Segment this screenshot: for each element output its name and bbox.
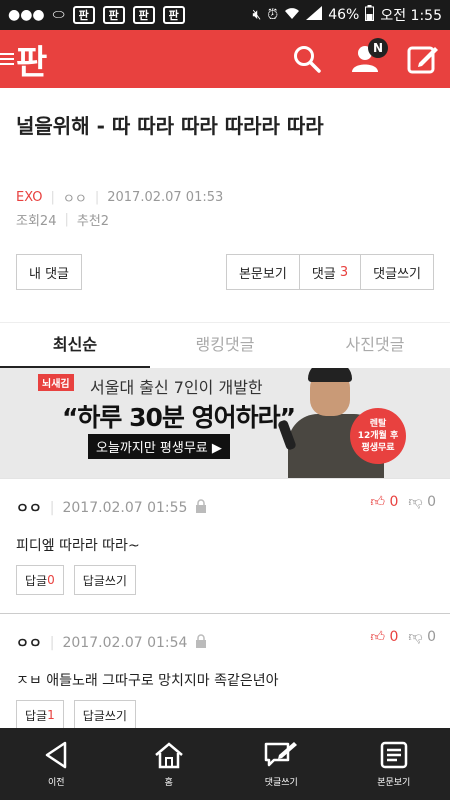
ad-headline-2: “하루 30분 영어하라” <box>62 403 296 432</box>
views-label: 조회24 <box>16 213 57 229</box>
comment-datetime: 2017.02.07 01:55 <box>62 500 188 516</box>
wifi-icon <box>284 6 300 24</box>
post-author: ㅇㅇ <box>62 191 87 207</box>
nav-view-post-label: 본문보기 <box>377 777 411 788</box>
ad-cta: 오늘까지만 평생무료 ▶ <box>88 434 230 459</box>
post-datetime: 2017.02.07 01:53 <box>107 189 224 205</box>
post-actions: 내 댓글 본문보기 댓글 3 댓글쓰기 <box>0 254 450 290</box>
ad-brand-tag: 뇌새김 <box>38 374 74 391</box>
tab-latest[interactable]: 최신순 <box>0 323 150 368</box>
battery-percent: 46% <box>328 7 360 23</box>
upvote-button[interactable]: 👍︎ 0 <box>370 493 398 510</box>
pann-app-icon: 판 <box>72 6 95 24</box>
comment-votes: 👍︎ 0 👎︎ 0 <box>370 493 436 510</box>
comment-datetime: 2017.02.07 01:54 <box>62 635 188 651</box>
my-comment-button[interactable]: 내 댓글 <box>16 254 83 290</box>
notification-badge: N <box>368 38 388 58</box>
status-right: 🔇︎ ⏰︎ 46% 오전 1:55 <box>252 5 442 25</box>
comment-edit-icon <box>265 741 298 766</box>
ad-banner[interactable]: 뇌새김 서울대 출신 7인이 개발한 “하루 30분 영어하라” 오늘까지만 평… <box>0 368 450 478</box>
page-title: 널을위해 - 따 따라 따라 따라라 따라 <box>16 114 324 138</box>
nav-home-label: 홈 <box>164 777 173 788</box>
bottom-nav: 이전 홈 댓글쓰기 본문보기 <box>0 728 450 800</box>
pann-app-icon: 판 <box>102 6 125 24</box>
logo-button[interactable]: 판 <box>0 30 47 88</box>
back-icon <box>46 741 67 768</box>
comment-author: ㅇㅇ <box>16 501 42 517</box>
logo: 판 <box>16 42 47 83</box>
downvote-button[interactable]: 👎︎ 0 <box>408 628 436 645</box>
reply-count-button[interactable]: 답글 0 <box>16 565 64 595</box>
menu-icon[interactable] <box>0 53 14 65</box>
write-comment-button[interactable]: 댓글쓰기 <box>361 254 434 290</box>
status-bar: ●●● ⬭ 판 판 판 판 🔇︎ ⏰︎ 46% 오전 1:55 <box>0 0 450 30</box>
category-link[interactable]: EXO <box>16 190 43 205</box>
nav-home[interactable]: 홈 <box>113 728 226 800</box>
ad-person-image <box>277 368 384 478</box>
comment-sort-tabs: 최신순 랭킹댓글 사진댓글 <box>0 322 450 368</box>
nav-back-label: 이전 <box>47 777 65 788</box>
pann-app-icon: 판 <box>162 6 185 24</box>
header-actions: N <box>290 38 440 76</box>
upvote-button[interactable]: 👍︎ 0 <box>370 628 398 645</box>
nav-write-comment[interactable]: 댓글쓰기 <box>225 728 338 800</box>
signal-icon <box>306 6 323 24</box>
lock-icon <box>195 499 207 517</box>
comment-body: 피디엪 따라라 따라~ <box>16 538 140 554</box>
app-header: 판 N <box>0 30 450 88</box>
comments-button[interactable]: 댓글 3 <box>299 254 362 290</box>
clock: 오전 1:55 <box>380 8 442 24</box>
write-post-button[interactable] <box>406 42 440 76</box>
ad-headline-1: 서울대 출신 7인이 개발한 <box>90 378 263 397</box>
status-left: ●●● ⬭ 판 판 판 판 <box>8 6 185 24</box>
downvote-button[interactable]: 👎︎ 0 <box>408 493 436 510</box>
pann-app-icon: 판 <box>132 6 155 24</box>
comments-count: 3 <box>339 264 349 280</box>
search-icon <box>294 46 321 73</box>
post-meta: EXO | ㅇㅇ | 2017.02.07 01:53 조회24 | 추천2 <box>16 189 224 229</box>
battery-icon <box>365 5 375 25</box>
comment-action-group: 본문보기 댓글 3 댓글쓰기 <box>225 254 434 290</box>
comment-author: ㅇㅇ <box>16 636 42 652</box>
comment-item: ㅇㅇ | 2017.02.07 01:55 👍︎ 0 👎︎ 0 피디엪 따라라 … <box>0 478 450 613</box>
comment-votes: 👍︎ 0 👎︎ 0 <box>370 628 436 645</box>
capsule-icon: ⬭ <box>52 7 65 23</box>
chat-icon: ●●● <box>8 7 45 23</box>
tab-photo[interactable]: 사진댓글 <box>300 323 450 368</box>
search-button[interactable] <box>290 42 324 76</box>
document-icon <box>380 741 407 768</box>
write-reply-button[interactable]: 답글쓰기 <box>73 700 136 730</box>
recommends-label: 추천2 <box>76 213 110 229</box>
reply-count-button[interactable]: 답글 1 <box>16 700 64 730</box>
mute-icon: 🔇︎ <box>252 7 262 23</box>
ad-badge: 렌탈 12개월 후 평생무료 <box>350 408 406 464</box>
alarm-icon: ⏰︎ <box>267 7 279 23</box>
lock-icon <box>195 634 207 652</box>
nav-back[interactable]: 이전 <box>0 728 113 800</box>
nav-write-comment-label: 댓글쓰기 <box>264 777 298 788</box>
view-post-button[interactable]: 본문보기 <box>225 254 300 290</box>
comment-body: ㅈㅂ 애들노래 그따구로 망치지마 족같은년아 <box>16 673 279 689</box>
profile-button[interactable]: N <box>348 38 388 76</box>
nav-view-post[interactable]: 본문보기 <box>338 728 450 800</box>
comment-item: ㅇㅇ | 2017.02.07 01:54 👍︎ 0 👎︎ 0 ㅈㅂ 애들노래 … <box>0 613 450 730</box>
home-icon <box>154 741 183 768</box>
write-reply-button[interactable]: 답글쓰기 <box>73 565 136 595</box>
tab-ranking[interactable]: 랭킹댓글 <box>150 323 300 368</box>
edit-icon <box>407 46 438 74</box>
